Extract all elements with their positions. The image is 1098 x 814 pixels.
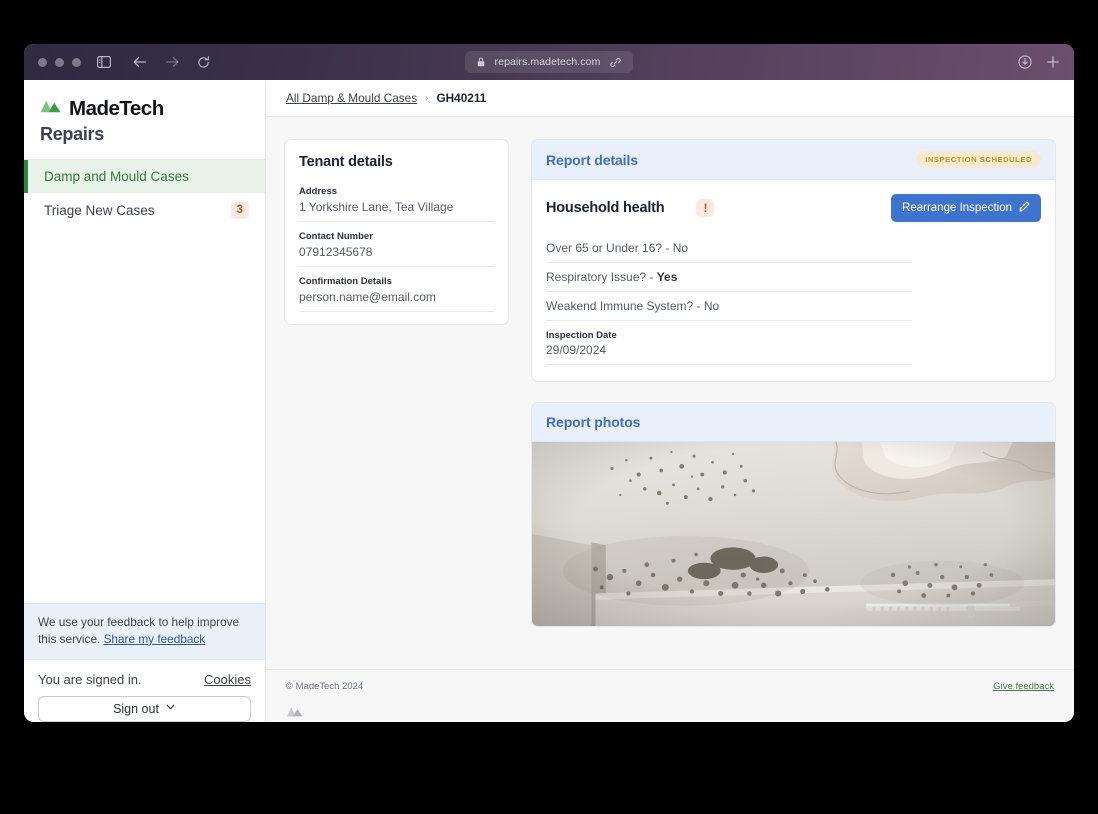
field-label: Contact Number	[299, 231, 373, 242]
madetech-mountains-logo	[40, 100, 62, 118]
report-details-title: Report details	[546, 151, 638, 168]
reload-icon[interactable]	[197, 55, 210, 69]
back-arrow-icon[interactable]	[133, 56, 147, 68]
chrome-right-controls	[1018, 55, 1060, 69]
browser-toolbar: repairs.madetech.com	[24, 44, 1074, 80]
health-answer: No	[703, 299, 720, 313]
lock-icon	[477, 57, 485, 67]
field-value: 1 Yorkshire Lane, Tea Village	[299, 200, 454, 214]
feedback-banner: We use your feedback to help improve thi…	[24, 602, 265, 659]
sidebar-item-damp-and-mould-cases[interactable]: Damp and Mould Cases	[24, 160, 265, 193]
tenant-details-title: Tenant details	[299, 154, 393, 170]
field-value: 07912345678	[299, 245, 373, 259]
rearrange-inspection-button[interactable]: Rearrange Inspection	[891, 194, 1041, 222]
pencil-icon	[1019, 201, 1030, 215]
alert-exclamation-icon: !	[696, 199, 715, 217]
report-details-body: Household health ! Rearrange Inspection	[532, 180, 1055, 381]
sign-out-label: Sign out	[113, 702, 159, 716]
link-icon[interactable]	[610, 57, 622, 68]
main-footer: © MadeTech 2024 Give feedback	[266, 669, 1074, 698]
report-photos-header: Report photos	[532, 403, 1055, 442]
mould-ceiling-photo-image	[532, 442, 1055, 626]
field-value: person.name@email.com	[299, 290, 436, 304]
cookies-link[interactable]: Cookies	[204, 672, 251, 687]
footer-logo	[266, 698, 1074, 722]
health-question: Over 65 or Under 16? -	[546, 241, 673, 255]
breadcrumb-separator-icon: ›	[425, 92, 429, 104]
household-health-header: Household health ! Rearrange Inspection	[546, 194, 1041, 222]
health-row-respiratory: Respiratory Issue? - Yes	[546, 263, 913, 292]
breadcrumb: All Damp & Mould Cases › GH40211	[266, 80, 1074, 117]
plus-icon[interactable]	[1046, 55, 1060, 69]
minimize-window-button[interactable]	[55, 57, 64, 67]
field-label: Confirmation Details	[299, 276, 392, 287]
sidebar-item-label: Triage New Cases	[44, 202, 155, 218]
health-question: Respiratory Issue? -	[546, 270, 657, 284]
tenant-details-card: Tenant details Address 1 Yorkshire Lane,…	[284, 139, 509, 325]
health-row-immune: Weakend Immune System? - No	[546, 292, 913, 321]
breadcrumb-current: GH40211	[436, 91, 487, 105]
status-badge: INSPECTION SCHEDULED	[916, 151, 1041, 168]
health-answer: No	[672, 241, 689, 255]
health-row-inspection-date: Inspection Date 29/09/2024	[546, 321, 913, 365]
give-feedback-link[interactable]: Give feedback	[993, 681, 1054, 692]
rearrange-inspection-label: Rearrange Inspection	[902, 202, 1012, 214]
content-columns: Tenant details Address 1 Yorkshire Lane,…	[266, 117, 1074, 649]
left-column: Tenant details Address 1 Yorkshire Lane,…	[284, 139, 509, 325]
report-details-header: Report details INSPECTION SCHEDULED	[532, 140, 1055, 180]
sign-out-button[interactable]: Sign out	[38, 696, 251, 722]
url-text: repairs.madetech.com	[494, 56, 601, 68]
field-label: Address	[299, 186, 338, 197]
forward-arrow-icon[interactable]	[165, 56, 179, 68]
sidebar-nav: Damp and Mould Cases Triage New Cases 3	[24, 159, 265, 228]
tenant-field-confirmation-details: Confirmation Details person.name@email.c…	[299, 276, 494, 312]
health-question: Weakend Immune System? -	[546, 299, 704, 313]
tenant-field-address: Address 1 Yorkshire Lane, Tea Village	[299, 186, 494, 222]
health-row-age: Over 65 or Under 16? - No	[546, 234, 913, 263]
right-column: Report details INSPECTION SCHEDULED Hous…	[531, 139, 1056, 627]
health-answer: Yes	[656, 270, 678, 284]
navigation-buttons[interactable]	[133, 55, 210, 69]
sidebar-item-triage-new-cases[interactable]: Triage New Cases 3	[24, 193, 265, 228]
report-photos-card: Report photos	[531, 402, 1056, 627]
sidebar: MadeTech Repairs Damp and Mould Cases Tr…	[24, 80, 266, 722]
report-photo[interactable]	[532, 442, 1055, 626]
sidebar-toggle-icon[interactable]	[97, 56, 111, 68]
main-content: All Damp & Mould Cases › GH40211 Tenant …	[266, 80, 1074, 722]
sign-out-icon	[165, 702, 176, 716]
copyright-text: © MadeTech 2024	[286, 681, 364, 692]
inspection-date-value: 29/09/2024	[546, 343, 607, 357]
signed-in-row: You are signed in. Cookies	[24, 659, 265, 696]
triage-count-badge: 3	[230, 202, 249, 219]
sidebar-item-label: Damp and Mould Cases	[44, 169, 189, 184]
app-body: MadeTech Repairs Damp and Mould Cases Tr…	[24, 80, 1074, 722]
download-icon[interactable]	[1018, 55, 1032, 69]
inspection-date-label: Inspection Date	[546, 330, 617, 341]
maximize-window-button[interactable]	[72, 57, 81, 67]
tenant-field-contact-number: Contact Number 07912345678	[299, 231, 494, 267]
share-my-feedback-link[interactable]: Share my feedback	[104, 632, 206, 646]
brand-subtitle: Repairs	[40, 124, 104, 144]
report-details-card: Report details INSPECTION SCHEDULED Hous…	[531, 139, 1056, 382]
household-health-list: Over 65 or Under 16? - No Respiratory Is…	[546, 234, 913, 365]
window-traffic-lights[interactable]	[38, 57, 81, 67]
close-window-button[interactable]	[38, 57, 47, 67]
browser-window: repairs.madetech.com MadeTech Repairs Da…	[24, 44, 1074, 722]
breadcrumb-parent-link[interactable]: All Damp & Mould Cases	[286, 91, 417, 105]
report-photos-title: Report photos	[546, 414, 641, 430]
brand-block: MadeTech Repairs	[24, 80, 265, 159]
brand-name: MadeTech	[69, 97, 164, 120]
address-bar[interactable]: repairs.madetech.com	[465, 51, 633, 73]
signed-in-text: You are signed in.	[38, 672, 142, 687]
household-health-title: Household health	[546, 200, 665, 216]
